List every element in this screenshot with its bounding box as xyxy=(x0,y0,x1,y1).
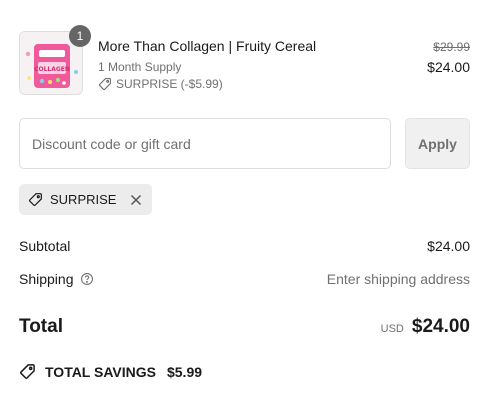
total-amount-wrap: USD $24.00 xyxy=(381,316,470,338)
total-row: Total USD $24.00 xyxy=(19,316,470,338)
shipping-row: Shipping Enter shipping address xyxy=(19,271,470,287)
tag-icon xyxy=(98,78,111,91)
remove-discount-button[interactable] xyxy=(129,193,143,207)
subtotal-row: Subtotal $24.00 xyxy=(19,238,470,254)
close-icon xyxy=(131,194,142,205)
product-title: More Than Collagen | Fruity Cereal xyxy=(98,38,317,54)
applied-code-label: SURPRISE xyxy=(50,192,117,207)
product-thumbnail-wrap: COLLAGEN 1 xyxy=(19,25,91,95)
subtotal-value: $24.00 xyxy=(427,238,470,254)
total-label: Total xyxy=(19,316,63,337)
original-price: $29.99 xyxy=(433,40,470,54)
applied-discount-tag: SURPRISE xyxy=(19,184,153,215)
help-icon[interactable] xyxy=(80,272,94,286)
shipping-label: Shipping xyxy=(19,271,74,287)
apply-button[interactable]: Apply xyxy=(405,118,470,169)
shipping-label-wrap: Shipping xyxy=(19,271,94,287)
discount-code-input[interactable] xyxy=(19,118,391,169)
item-discount: SURPRISE (-$5.99) xyxy=(98,77,223,91)
total-savings: TOTAL SAVINGS $5.99 xyxy=(19,363,202,380)
savings-label: TOTAL SAVINGS xyxy=(45,363,156,380)
item-discount-label: SURPRISE (-$5.99) xyxy=(116,77,223,91)
line-item: COLLAGEN 1 More Than Collagen | Fruity C… xyxy=(19,25,470,95)
product-variant: 1 Month Supply xyxy=(98,60,182,74)
quantity-badge: 1 xyxy=(69,25,91,47)
tag-icon xyxy=(29,193,42,206)
tag-icon xyxy=(20,364,35,379)
shipping-value: Enter shipping address xyxy=(326,271,470,287)
currency-code: USD xyxy=(380,323,404,335)
subtotal-label: Subtotal xyxy=(19,238,71,254)
total-amount: $24.00 xyxy=(411,316,470,337)
current-price: $24.00 xyxy=(427,59,470,75)
svg-text:COLLAGEN: COLLAGEN xyxy=(34,66,70,73)
savings-amount: $5.99 xyxy=(166,363,203,380)
